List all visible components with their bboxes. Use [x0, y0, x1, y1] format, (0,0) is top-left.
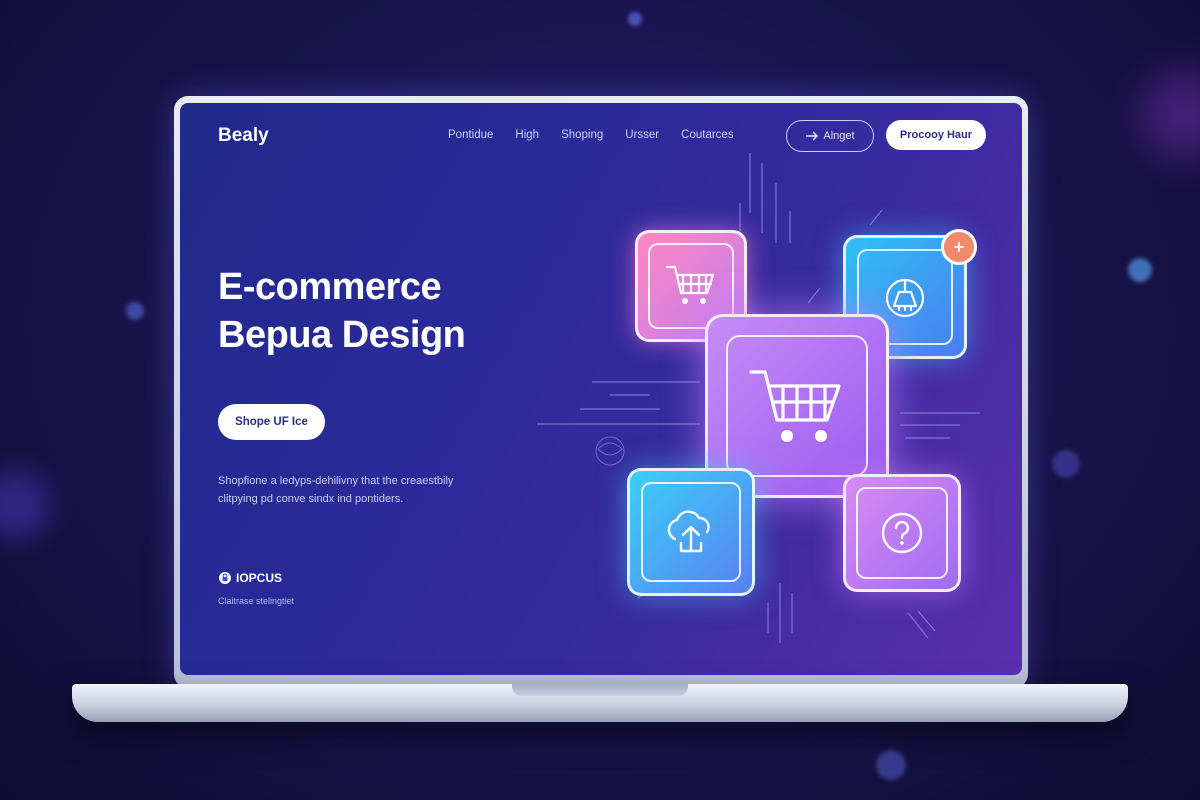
- bokeh-light: [628, 12, 642, 26]
- cart-icon: [749, 370, 841, 442]
- bokeh-light: [1140, 70, 1200, 160]
- question-icon: [881, 512, 923, 554]
- cart-icon: [665, 265, 715, 304]
- help-tile[interactable]: [843, 474, 961, 592]
- tile-frame: [641, 482, 741, 582]
- upload-tile[interactable]: [627, 468, 755, 596]
- tile-frame: [856, 487, 948, 579]
- bokeh-light: [1128, 258, 1152, 282]
- laptop-notch: [512, 684, 688, 696]
- broom-icon: [885, 278, 925, 318]
- bokeh-light: [0, 470, 50, 540]
- plus-icon[interactable]: +: [941, 229, 977, 265]
- tile-frame: [725, 334, 869, 478]
- bokeh-light: [876, 750, 906, 780]
- laptop-screen: Bealy Pontidue High Shoping Ursser Couta…: [180, 103, 1022, 675]
- bokeh-light: [1052, 450, 1080, 478]
- bokeh-light: [126, 302, 144, 320]
- upload-icon: [667, 510, 710, 553]
